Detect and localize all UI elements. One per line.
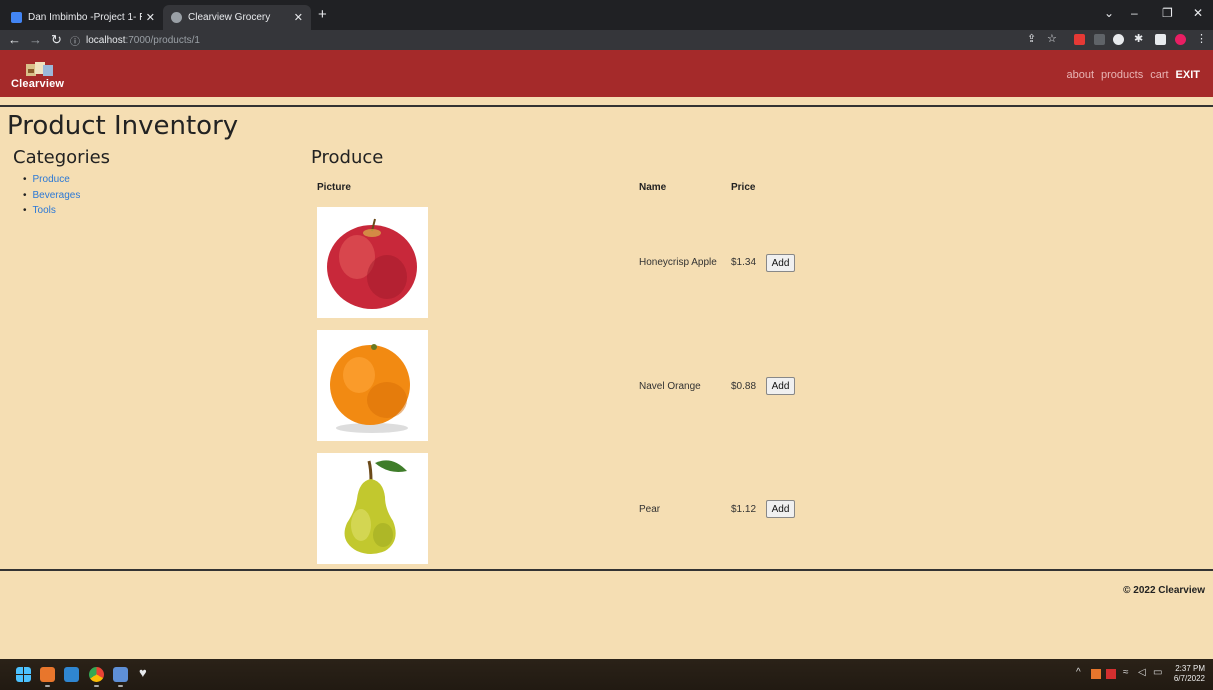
page-title: Product Inventory <box>7 111 239 141</box>
tray-icon[interactable] <box>1106 669 1116 679</box>
window-close-icon[interactable]: ✕ <box>1193 6 1203 20</box>
column-header-price: Price <box>731 182 756 193</box>
footer-copyright: © 2022 Clearview <box>1123 585 1205 596</box>
back-icon[interactable]: ← <box>8 32 21 47</box>
product-price: $0.88 <box>731 381 757 392</box>
vscode-icon[interactable] <box>64 667 79 682</box>
clock-time: 2:37 PM <box>1175 664 1205 673</box>
column-header-name: Name <box>639 182 667 193</box>
share-icon[interactable]: ⇪ <box>1027 32 1036 45</box>
app-icon[interactable] <box>40 667 55 682</box>
categories-title: Categories <box>13 147 111 168</box>
tab-search-icon[interactable]: ⌄ <box>1104 6 1114 20</box>
divider <box>0 569 1213 571</box>
tab-label: Clearview Grocery <box>188 12 271 23</box>
divider <box>0 105 1213 107</box>
column-header-picture: Picture <box>317 182 351 193</box>
nav-cart[interactable]: cart <box>1150 69 1168 81</box>
close-icon[interactable]: ✕ <box>294 11 303 24</box>
url-path: :7000/products/1 <box>125 34 200 46</box>
minimize-icon[interactable]: – <box>1131 6 1138 20</box>
category-list: Produce Beverages Tools <box>23 174 81 221</box>
globe-icon <box>171 12 182 23</box>
product-price: $1.12 <box>731 504 757 515</box>
wifi-icon[interactable]: ≈ <box>1123 667 1129 678</box>
product-name: Pear <box>639 504 661 515</box>
browser-tab-bar: Dan Imbimbo -Project 1- Report ✕ Clearvi… <box>0 0 1213 30</box>
puzzle-icon[interactable]: ✱ <box>1134 32 1145 45</box>
tray-icon[interactable] <box>1091 669 1101 679</box>
tab-report[interactable]: Dan Imbimbo -Project 1- Report ✕ <box>3 5 163 30</box>
extension-icon[interactable] <box>1074 34 1085 45</box>
add-to-cart-button[interactable]: Add <box>766 377 795 395</box>
extension-icon[interactable] <box>1094 34 1105 45</box>
logo-text: Clearview <box>11 78 65 90</box>
nav-exit[interactable]: EXIT <box>1176 69 1200 81</box>
close-icon[interactable]: ✕ <box>146 11 155 24</box>
clock-date: 6/7/2022 <box>1173 674 1205 683</box>
chrome-icon[interactable] <box>89 667 104 682</box>
battery-icon[interactable]: ▭ <box>1153 667 1162 678</box>
running-indicator <box>94 685 99 687</box>
tab-label: Dan Imbimbo -Project 1- Report <box>28 12 142 23</box>
sidepanel-icon[interactable] <box>1155 34 1166 45</box>
new-tab-icon[interactable]: + <box>318 6 327 23</box>
pear-image <box>317 453 428 564</box>
info-icon: ⓘ <box>70 36 80 48</box>
product-name: Honeycrisp Apple <box>639 257 717 268</box>
menu-icon[interactable]: ⋮ <box>1196 32 1207 45</box>
app-icon[interactable]: ♥ <box>139 665 147 680</box>
tab-clearview[interactable]: Clearview Grocery ✕ <box>163 5 311 30</box>
logo[interactable]: Clearview <box>11 61 71 91</box>
extension-icon[interactable] <box>1113 34 1124 45</box>
top-nav: about products cart EXIT <box>1066 69 1200 81</box>
product-price: $1.34 <box>731 257 757 268</box>
url-host: localhost <box>86 34 126 46</box>
category-link-produce[interactable]: Produce <box>23 174 80 190</box>
clock[interactable]: 2:37 PM 6/7/2022 <box>1174 664 1205 684</box>
orange-image <box>317 330 428 441</box>
profile-avatar[interactable] <box>1175 34 1186 45</box>
add-to-cart-button[interactable]: Add <box>766 500 795 518</box>
volume-icon[interactable]: ◁ <box>1138 667 1146 678</box>
forward-icon[interactable]: → <box>29 32 42 47</box>
url-field[interactable]: ⓘ localhost:7000/products/1 <box>70 32 1020 48</box>
add-to-cart-button[interactable]: Add <box>766 254 795 272</box>
taskbar: ♥ ^ ≈ ◁ ▭ 2:37 PM 6/7/2022 <box>0 659 1213 690</box>
product-name: Navel Orange <box>639 381 701 392</box>
app-header <box>0 50 1213 97</box>
chevron-up-icon[interactable]: ^ <box>1076 667 1081 678</box>
docs-icon <box>11 12 22 23</box>
apple-image <box>317 207 428 318</box>
category-link-beverages[interactable]: Beverages <box>23 190 81 206</box>
section-title: Produce <box>311 147 384 168</box>
nav-products[interactable]: products <box>1101 69 1143 81</box>
bookmark-star-icon[interactable]: ☆ <box>1047 32 1057 45</box>
address-bar: ← → ↻ ⓘ localhost:7000/products/1 ⇪ ☆ ✱ … <box>0 30 1213 50</box>
running-indicator <box>45 685 50 687</box>
reload-icon[interactable]: ↻ <box>51 32 62 48</box>
start-icon[interactable] <box>16 667 31 682</box>
nav-about[interactable]: about <box>1066 69 1094 81</box>
logo-icon <box>26 62 53 76</box>
app-icon[interactable] <box>113 667 128 682</box>
restore-icon[interactable]: ❐ <box>1162 6 1173 20</box>
running-indicator <box>118 685 123 687</box>
category-link-tools[interactable]: Tools <box>23 205 80 221</box>
